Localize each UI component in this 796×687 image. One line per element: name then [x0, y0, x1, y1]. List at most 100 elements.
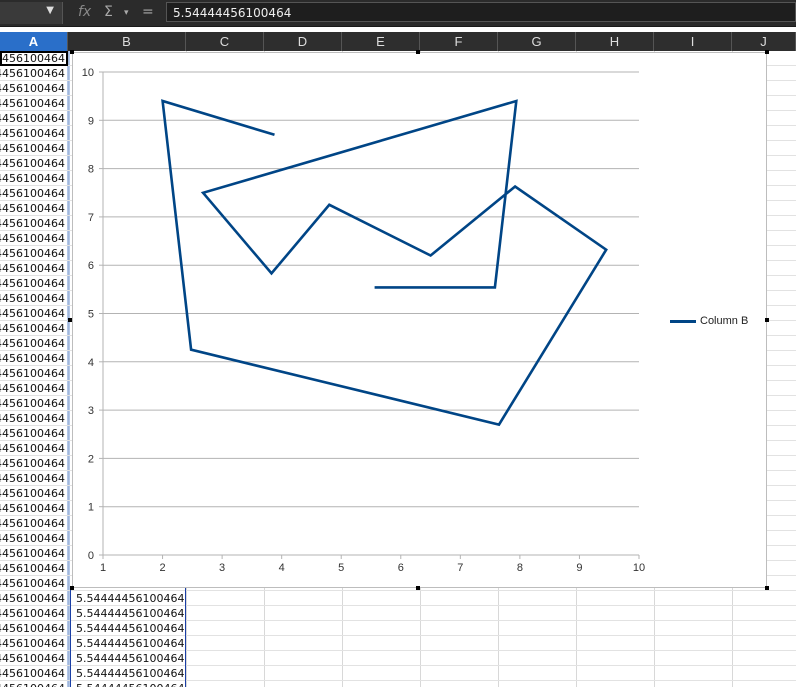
chart-handle-tr[interactable]	[765, 50, 769, 54]
name-box[interactable]: ▼	[0, 2, 63, 24]
chevron-down-icon[interactable]: ▼	[46, 5, 54, 16]
chart-handle-bm[interactable]	[416, 586, 420, 590]
chart-handle-bl[interactable]	[70, 586, 74, 590]
column-header-c[interactable]: C	[186, 32, 264, 51]
cell-a[interactable]: 4456100464	[0, 276, 67, 291]
cell-a[interactable]: 4456100464	[0, 141, 67, 156]
column-header-a[interactable]: A	[0, 32, 68, 51]
cell-a-value: 4456100464	[0, 457, 65, 470]
column-header-e[interactable]: E	[342, 32, 420, 51]
cell-a[interactable]: 4456100464	[0, 306, 67, 321]
cell-a[interactable]: 4456100464	[0, 381, 67, 396]
cell-a-value: 4456100464	[0, 187, 65, 200]
sum-dropdown-icon[interactable]: ▾	[124, 8, 129, 18]
cell-a-value: 4456100464	[0, 352, 65, 365]
chart-handle-br[interactable]	[765, 586, 769, 590]
cell-a[interactable]: 4456100464	[0, 501, 67, 516]
cell-a[interactable]: 4456100464	[0, 531, 67, 546]
cell-a[interactable]: 4456100464	[0, 651, 67, 666]
cell-a[interactable]: 4456100464	[0, 411, 67, 426]
column-header-b[interactable]: B	[68, 32, 186, 51]
active-cell-cursor[interactable]	[0, 51, 68, 66]
cell-a[interactable]: 4456100464	[0, 396, 67, 411]
cell-a[interactable]: 4456100464	[0, 126, 67, 141]
column-header-j[interactable]: J	[732, 32, 796, 51]
chart-handle-tm[interactable]	[416, 50, 420, 54]
function-wizard-icon[interactable]: fx	[78, 4, 91, 20]
x-tick-label: 10	[633, 562, 645, 574]
cell-a[interactable]: 4456100464	[0, 96, 67, 111]
cell-a-value: 4456100464	[0, 652, 65, 665]
cell-a[interactable]: 4456100464	[0, 261, 67, 276]
x-tick-label: 3	[219, 562, 225, 574]
x-tick-label: 7	[457, 562, 463, 574]
cell-a-value: 4456100464	[0, 82, 65, 95]
cell-a-value: 4456100464	[0, 142, 65, 155]
cell-a-value: 4456100464	[0, 622, 65, 635]
cell-a[interactable]: 4456100464	[0, 681, 67, 687]
cell-a[interactable]: 4456100464	[0, 426, 67, 441]
cell-a[interactable]: 4456100464	[0, 636, 67, 651]
x-tick-label: 2	[159, 562, 165, 574]
chart-handle-ml[interactable]	[68, 318, 72, 322]
cell-a[interactable]: 4456100464	[0, 441, 67, 456]
cell-a[interactable]: 4456100464	[0, 546, 67, 561]
y-tick-label: 9	[88, 115, 94, 127]
cell-a-value: 4456100464	[0, 592, 65, 605]
cell-a[interactable]: 4456100464	[0, 471, 67, 486]
cell-a[interactable]: 4456100464	[0, 246, 67, 261]
cell-a-value: 4456100464	[0, 322, 65, 335]
cell-a[interactable]: 4456100464	[0, 216, 67, 231]
y-tick-label: 2	[88, 453, 94, 465]
chart-handle-mr[interactable]	[765, 318, 769, 322]
cell-a-value: 4456100464	[0, 397, 65, 410]
formula-icon[interactable]: =	[142, 4, 154, 20]
cell-a[interactable]: 4456100464	[0, 456, 67, 471]
column-header-d[interactable]: D	[264, 32, 342, 51]
cell-a[interactable]: 4456100464	[0, 321, 67, 336]
line-chart: 0123456789101 2 3 4 5 6 7 8 9 10	[82, 67, 645, 574]
cell-a[interactable]: 4456100464	[0, 231, 67, 246]
cell-a[interactable]: 4456100464	[0, 366, 67, 381]
cell-a[interactable]: 4456100464	[0, 591, 67, 606]
cell-a[interactable]: 4456100464	[0, 156, 67, 171]
y-tick-label: 10	[82, 67, 94, 79]
chart-object[interactable]: 0 1 2 3 4 5 6 7 8 9 10 1 2 3 4 5 6 7 8 9 10 Column B	[72, 52, 767, 588]
cell-a[interactable]: 4456100464	[0, 576, 67, 591]
y-tick-label: 3	[88, 405, 94, 417]
cell-a-value: 4456100464	[0, 202, 65, 215]
cell-a[interactable]: 4456100464	[0, 201, 67, 216]
x-tick-label: 4	[279, 562, 285, 574]
cell-a[interactable]: 4456100464	[0, 66, 67, 81]
formula-input[interactable]: 5.54444456100464	[166, 2, 796, 22]
cell-a-value: 4456100464	[0, 637, 65, 650]
cell-a[interactable]: 4456100464	[0, 171, 67, 186]
cell-a[interactable]: 4456100464	[0, 486, 67, 501]
column-header-h[interactable]: H	[576, 32, 654, 51]
cell-a[interactable]: 4456100464	[0, 186, 67, 201]
sum-icon[interactable]: Σ	[104, 4, 113, 20]
cell-a-value: 4456100464	[0, 502, 65, 515]
cell-a-value: 4456100464	[0, 157, 65, 170]
series-line-column-b	[161, 99, 608, 427]
cell-a-value: 4456100464	[0, 547, 65, 560]
cell-a[interactable]: 4456100464	[0, 81, 67, 96]
column-header-i[interactable]: I	[654, 32, 732, 51]
cell-a[interactable]: 4456100464	[0, 336, 67, 351]
cell-a[interactable]: 4456100464	[0, 351, 67, 366]
cell-a-value: 4456100464	[0, 232, 65, 245]
cell-a-value: 4456100464	[0, 517, 65, 530]
cell-a-value: 4456100464	[0, 607, 65, 620]
cell-a[interactable]: 4456100464	[0, 561, 67, 576]
cell-a[interactable]: 4456100464	[0, 111, 67, 126]
column-header-g[interactable]: G	[498, 32, 576, 51]
y-tick-label: 4	[88, 357, 94, 369]
cell-a[interactable]: 4456100464	[0, 666, 67, 681]
cell-a[interactable]: 4456100464	[0, 291, 67, 306]
cell-a[interactable]: 4456100464	[0, 606, 67, 621]
column-header-f[interactable]: F	[420, 32, 498, 51]
cell-a[interactable]: 4456100464	[0, 516, 67, 531]
chart-handle-tl[interactable]	[70, 50, 74, 54]
cell-a[interactable]: 4456100464	[0, 621, 67, 636]
cell-a-value: 4456100464	[0, 472, 65, 485]
